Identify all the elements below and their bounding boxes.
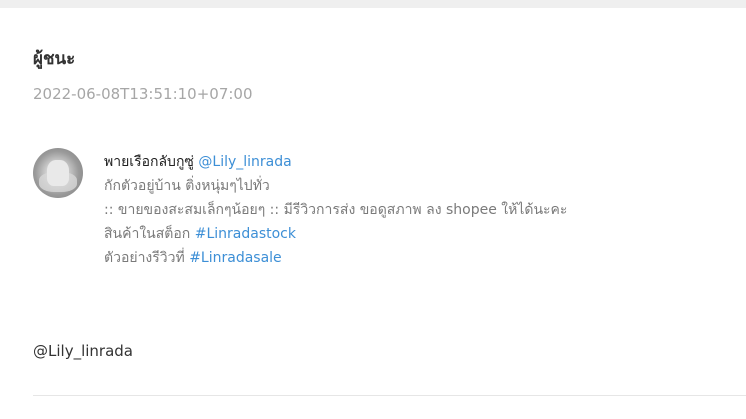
top-band: [0, 0, 746, 8]
sale-line: ตัวอย่างรีวิวที่ #Linradasale: [104, 246, 674, 270]
profile-name-line: พายเรือกลับกูซู่ @Lily_linrada: [104, 150, 674, 174]
bio-line-2: :: ขายของสะสมเล็กๆน้อยๆ :: มีรีวิวการส่ง…: [104, 202, 568, 218]
profile-details: พายเรือกลับกูซู่ @Lily_linrada กักตัวอยู…: [104, 150, 674, 270]
profile-name: พายเรือกลับกูซู่: [104, 154, 194, 170]
profile-card: พายเรือกลับกูซู่ @Lily_linrada กักตัวอยู…: [33, 148, 673, 278]
footer-mention: @Lily_linrada: [33, 342, 133, 360]
bio-line-1: กักตัวอยู่บ้าน ติ่งหนุ่มๆไปทั่ว: [104, 178, 270, 194]
stock-label: สินค้าในสต็อก: [104, 226, 191, 242]
post-timestamp: 2022-06-08T13:51:10+07:00: [33, 85, 253, 103]
profile-handle-link[interactable]: @Lily_linrada: [198, 154, 291, 170]
divider: [33, 395, 746, 396]
stock-hashtag-link[interactable]: #Linradastock: [195, 226, 296, 242]
sale-label: ตัวอย่างรีวิวที่: [104, 250, 185, 266]
stock-line: สินค้าในสต็อก #Linradastock: [104, 222, 674, 246]
avatar[interactable]: [33, 148, 83, 198]
sale-hashtag-link[interactable]: #Linradasale: [189, 250, 281, 266]
avatar-photo-figure: [47, 160, 69, 186]
post-title: ผู้ชนะ: [33, 49, 76, 69]
